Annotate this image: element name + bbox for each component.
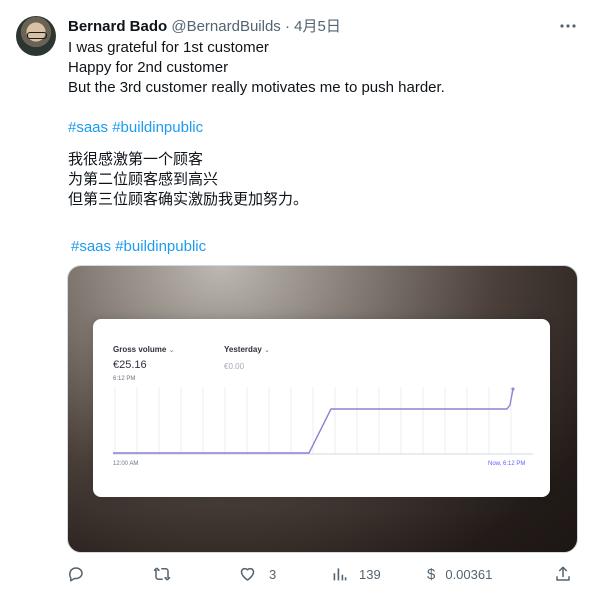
separator-dot: · [284,18,290,35]
tweet-media-image[interactable]: Gross volume ⌄ €25.16 6:12 PM Yesterday … [67,265,578,553]
body-line: I was grateful for 1st customer [68,39,269,56]
axis-end-label: Now, 6:12 PM [488,461,526,467]
views-count: 139 [359,566,381,582]
author-handle[interactable]: @BernardBuilds [171,18,280,35]
body-line: Happy for 2nd customer [68,59,229,76]
tip-button[interactable]: $ 0.00361 [427,562,492,586]
tweet-header: Bernard Bado @BernardBuilds · 4月5日 [68,17,341,37]
body-line-zh: 我很感激第一个顾客 [68,151,204,168]
reply-icon [69,567,83,582]
tweet-actions: 3 139 $ 0.00361 [0,562,610,586]
tweet[interactable]: Bernard Bado @BernardBuilds · 4月5日 I was… [0,0,610,597]
yesterday-value: €0.00 [224,362,245,371]
like-count: 3 [269,566,277,582]
hashtag-saas[interactable]: #saas [71,238,111,255]
like-button[interactable]: 3 [238,562,276,586]
volume-line-chart [113,387,533,455]
views-icon [333,568,347,581]
axis-start-label: 12:00 AM [113,461,139,467]
hashtag-row: #saas #buildinpublic [68,237,588,257]
retweet-icon [153,567,171,581]
avatar[interactable] [16,16,56,56]
dashboard-card: Gross volume ⌄ €25.16 6:12 PM Yesterday … [93,319,550,497]
retweet-button[interactable] [152,562,172,586]
body-line-zh: 但第三位顾客确实激励我更加努力。 [68,191,309,208]
share-icon [556,566,570,581]
author-name[interactable]: Bernard Bado [68,18,167,35]
gross-volume-value: €25.16 [113,359,147,371]
body-line: But the 3rd customer really motivates me… [68,79,445,96]
tweet-date[interactable]: 4月5日 [294,18,341,35]
tip-value: 0.00361 [445,566,493,582]
chevron-down-icon: ⌄ [264,347,270,354]
views-button[interactable]: 139 [332,562,381,586]
glasses-detail [27,32,47,39]
hashtag-buildinpublic[interactable]: #buildinpublic [115,238,206,255]
share-button[interactable] [554,562,572,586]
more-icon[interactable] [559,17,577,40]
heart-icon [240,567,255,581]
gross-volume-label: Gross volume ⌄ [113,345,175,354]
yesterday-label: Yesterday ⌄ [224,345,270,354]
dollar-icon: $ [427,565,436,583]
tweet-body: I was grateful for 1st customer Happy fo… [68,38,588,257]
chevron-down-icon: ⌄ [168,347,175,354]
body-line-zh: 为第二位顾客感到高兴 [68,171,219,188]
hashtag-row: #saas #buildinpublic [68,118,588,138]
gross-volume-time: 6:12 PM [113,376,136,382]
hashtag-saas[interactable]: #saas [68,119,108,136]
hashtag-buildinpublic[interactable]: #buildinpublic [112,119,203,136]
reply-button[interactable] [67,562,85,586]
